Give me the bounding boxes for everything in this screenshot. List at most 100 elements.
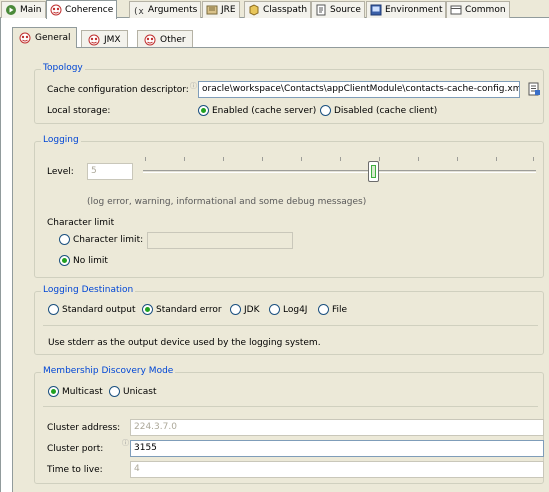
radio-indicator [48,304,59,315]
no-limit-radio[interactable]: No limit [59,255,108,266]
storage-enabled-radio[interactable]: Enabled (cache server) [198,105,316,116]
tab-general[interactable]: General [12,27,78,48]
cluster-port-input[interactable]: 3155 [130,440,544,457]
slider-tick [184,157,185,161]
cluster-address-label: Cluster address: [47,423,121,433]
divider [43,406,538,407]
dest-file-label: File [332,304,348,315]
level-input[interactable]: 5 [87,163,133,180]
tab-arguments[interactable]: (x) Arguments [129,1,202,18]
main-icon [6,5,16,15]
classpath-icon [249,4,259,16]
storage-disabled-label: Disabled (cache client) [334,105,438,116]
slider-tick [418,157,419,161]
dest-jdk-label: JDK [244,304,260,315]
level-label: Level: [47,167,74,177]
coherence-icon [50,4,62,16]
dest-stderr-label: Standard error [156,304,222,315]
destination-title: Logging Destination [41,285,136,295]
tab-common-label: Common [465,5,506,15]
slider-tick [145,157,146,161]
ttl-label: Time to live: [47,465,103,475]
multicast-label: Multicast [62,386,103,397]
info-icon: ⓘ [190,82,197,90]
svg-text:(x): (x) [133,7,145,16]
radio-indicator [109,386,120,397]
tab-jre[interactable]: JRE [202,1,240,18]
char-limit-radio[interactable]: Character limit: [59,234,143,245]
multicast-radio[interactable]: Multicast [48,386,103,397]
membership-title: Membership Discovery Mode [41,366,176,376]
tab-source[interactable]: Source [311,1,365,18]
tab-main-label: Main [20,5,42,15]
tab-environment-label: Environment [385,5,443,15]
common-icon [450,5,462,15]
slider-tick [457,157,458,161]
arguments-icon: (x) [133,7,145,16]
tab-main[interactable]: Main [1,1,46,18]
slider-track [143,170,536,173]
ttl-input[interactable]: 4 [130,461,544,478]
radio-selected-indicator [142,304,153,315]
slider-tick [533,157,534,161]
dest-file-radio[interactable]: File [318,304,347,315]
unicast-radio[interactable]: Unicast [109,386,156,397]
radio-indicator [318,304,329,315]
unicast-label: Unicast [123,386,157,397]
radio-indicator [320,105,331,116]
topology-title: Topology [41,63,85,73]
level-slider[interactable] [143,155,536,187]
dest-jdk-radio[interactable]: JDK [230,304,260,315]
jre-icon [206,5,218,15]
radio-indicator [269,304,280,315]
storage-label: Local storage: [47,106,111,116]
tab-coherence-label: Coherence [65,5,114,15]
coherence-icon [88,34,100,45]
dest-stderr-radio[interactable]: Standard error [142,304,222,315]
char-limit-label: Character limit: [73,234,144,245]
slider-tick [223,157,224,161]
dest-log4j-radio[interactable]: Log4J [269,304,307,315]
descriptor-label: Cache configuration descriptor: [47,85,189,95]
storage-enabled-label: Enabled (cache server) [212,105,317,116]
level-hint: (log error, warning, informational and s… [87,197,367,207]
dest-stdout-radio[interactable]: Standard output [48,304,136,315]
tab-other[interactable]: Other [137,30,193,48]
tab-source-label: Source [330,5,361,15]
tab-coherence[interactable]: Coherence [46,0,118,19]
logging-title: Logging [41,135,81,145]
divider [43,325,538,326]
tab-classpath-label: Classpath [263,5,308,15]
radio-indicator [230,304,241,315]
slider-tick [301,157,302,161]
coherence-icon [144,34,156,45]
tab-environment[interactable]: Environment [366,1,447,18]
no-limit-label: No limit [73,255,108,266]
environment-icon [370,4,382,16]
tab-jmx[interactable]: JMX [81,30,128,48]
radio-indicator [59,234,70,245]
tab-classpath[interactable]: Classpath [244,1,312,18]
coherence-icon [19,32,31,44]
launch-config-tab-bar: Main Coherence (x) Arguments JRE Classpa… [0,0,549,19]
source-icon [316,4,326,16]
radio-selected-indicator [198,105,209,116]
tab-common[interactable]: Common [446,1,510,18]
descriptor-input[interactable]: oracle\workspace\Contacts\appClientModul… [198,81,520,98]
radio-selected-indicator [48,386,59,397]
radio-selected-indicator [59,255,70,266]
dest-stdout-label: Standard output [62,304,136,315]
slider-tick [262,157,263,161]
info-icon: ⓘ [122,439,129,447]
slider-tick [496,157,497,161]
browse-file-icon[interactable] [527,82,541,97]
slider-thumb[interactable] [368,161,379,182]
cluster-port-label: Cluster port: [47,444,104,454]
dest-log4j-label: Log4J [283,304,308,315]
tab-general-label: General [35,33,71,43]
char-limit-input[interactable] [147,232,293,249]
storage-disabled-radio[interactable]: Disabled (cache client) [320,105,437,116]
char-limit-title: Character limit [47,218,115,228]
cluster-address-input[interactable]: 224.3.7.0 [130,419,544,436]
tab-jre-label: JRE [221,5,236,15]
